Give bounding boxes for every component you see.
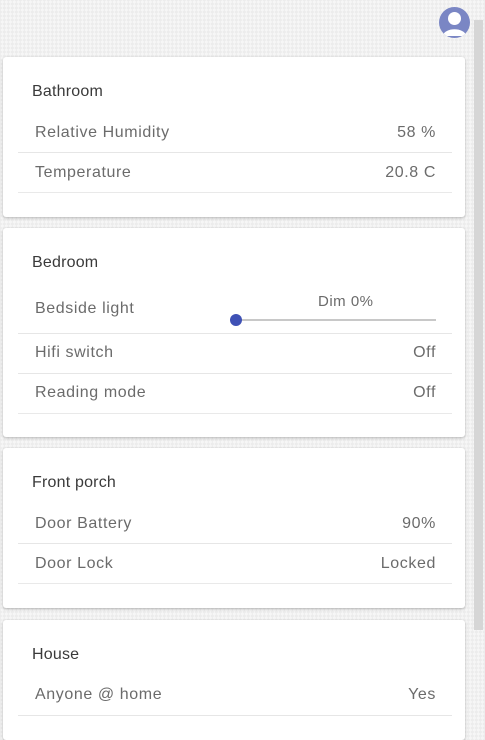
row-value: 58 % [397,124,436,141]
row-value: 20.8 C [385,164,436,181]
sensor-row-temperature[interactable]: Temperature 20.8 C [18,153,452,193]
house-card: House Anyone @ home Yes [3,620,465,740]
row-label: Temperature [35,164,132,181]
card-title-house: House [32,646,80,663]
front-porch-card: Front porch Door Battery 90% Door Lock L… [3,448,465,608]
account-avatar[interactable] [439,7,470,38]
bathroom-card: Bathroom Relative Humidity 58 % Temperat… [3,57,465,217]
row-label: Door Lock [35,555,114,572]
row-label: Bedside light [35,300,135,317]
row-label: Hifi switch [35,344,114,361]
row-label: Door Battery [35,515,133,532]
account-circle-icon [443,12,466,36]
slider-caption: Dim 0% [318,293,374,310]
switch-row-reading-mode[interactable]: Reading mode Off [18,374,452,414]
row-value: Off [413,344,436,361]
bedroom-card: Bedroom Bedside light Dim 0% Hifi switch… [3,228,465,437]
light-row-bedside: Bedside light Dim 0% [18,292,452,334]
row-value: 90% [402,515,436,532]
card-title-bedroom: Bedroom [32,254,99,271]
lock-row-door[interactable]: Door Lock Locked [18,544,452,584]
row-label: Reading mode [35,384,147,401]
switch-row-hifi[interactable]: Hifi switch Off [18,334,452,374]
row-value: Yes [408,686,436,703]
sensor-row-anyone-home[interactable]: Anyone @ home Yes [18,676,452,716]
brightness-slider-track[interactable] [236,319,436,321]
row-value: Off [413,384,436,401]
card-title-bathroom: Bathroom [32,83,103,100]
row-label: Relative Humidity [35,124,170,141]
row-value: Locked [380,555,436,572]
sensor-row-door-battery[interactable]: Door Battery 90% [18,504,452,544]
page-scrollbar[interactable] [474,20,483,630]
card-title-front-porch: Front porch [32,474,117,491]
sensor-row-humidity[interactable]: Relative Humidity 58 % [18,113,452,153]
brightness-slider-thumb[interactable] [230,314,242,326]
row-label: Anyone @ home [35,686,163,703]
